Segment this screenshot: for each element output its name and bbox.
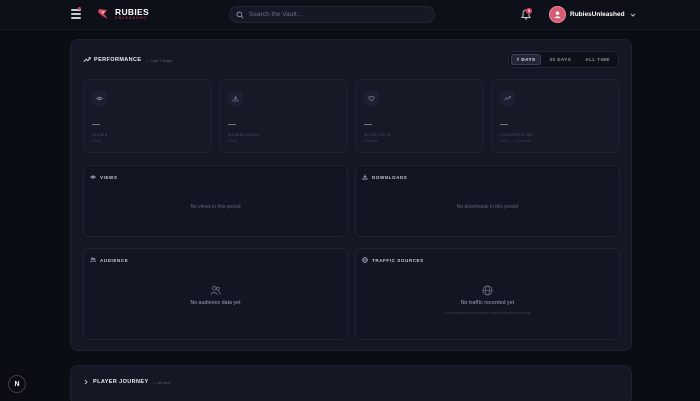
- player-journey-subtitle: — all time: [152, 379, 171, 385]
- download-icon: [362, 174, 368, 180]
- traffic-empty-hint: Sources appear once players start visiti…: [444, 311, 531, 315]
- traffic-sources-title: TRAFFIC SOURCES: [372, 257, 424, 263]
- search-input[interactable]: [249, 11, 419, 18]
- globe-icon: [362, 257, 368, 263]
- stat-card-views: — VIEWS 0 total: [83, 79, 212, 153]
- brand-name: RUBIES: [115, 6, 149, 17]
- globe-icon: [482, 285, 493, 296]
- eye-icon: [90, 175, 96, 179]
- stat-label: DOWNLOADS: [228, 132, 260, 137]
- stat-card-downloads: — DOWNLOADS 0 total: [219, 79, 348, 153]
- traffic-sources-card: TRAFFIC SOURCES No traffic recorded yet …: [355, 248, 620, 340]
- views-empty-message: No views in this period: [190, 204, 241, 210]
- player-journey-header[interactable]: PLAYER JOURNEY — all time: [83, 379, 170, 385]
- traffic-empty-message: No traffic recorded yet: [460, 300, 515, 306]
- views-chart-title: VIEWS: [100, 174, 118, 180]
- download-icon: [232, 95, 239, 102]
- range-all-time-button[interactable]: ALL TIME: [579, 54, 616, 65]
- stat-value: —: [92, 120, 100, 129]
- audience-empty-message: No audience data yet: [190, 300, 241, 306]
- stat-card-conversion: — CONVERSION views → downloads: [491, 79, 620, 153]
- performance-header: PERFORMANCE — Last 7 Days: [83, 56, 172, 64]
- corner-badge-label: N: [14, 380, 20, 388]
- notification-badge: 8: [526, 8, 532, 14]
- search-icon: [236, 10, 244, 19]
- trend-icon: [504, 96, 511, 101]
- stat-subtext: 0 all-time: [364, 139, 379, 143]
- top-bar: RUBIES UNLEASHED 8 RubiesUnleashed: [0, 0, 700, 30]
- chevron-right-icon: [84, 379, 88, 385]
- views-chart-card: VIEWS No views in this period: [83, 165, 348, 237]
- heart-icon: [368, 95, 375, 102]
- downloads-chart-title: DOWNLOADS: [372, 174, 408, 180]
- stat-subtext: views → downloads: [500, 139, 531, 143]
- eye-icon: [96, 96, 103, 101]
- users-icon: [90, 257, 96, 263]
- range-30-days-button[interactable]: 30 DAYS: [543, 54, 577, 65]
- performance-subtitle: — Last 7 Days: [145, 57, 172, 63]
- menu-icon[interactable]: [71, 7, 81, 19]
- menu-indicator-dot: [78, 7, 81, 10]
- users-icon: [210, 285, 221, 295]
- player-journey-panel: PLAYER JOURNEY — all time: [70, 365, 632, 401]
- brand-logo[interactable]: RUBIES UNLEASHED: [97, 7, 149, 21]
- range-7-days-button[interactable]: 7 DAYS: [510, 54, 542, 65]
- audience-card: AUDIENCE No audience data yet: [83, 248, 348, 340]
- performance-title: PERFORMANCE: [94, 57, 142, 63]
- stat-label: VIEWS: [92, 132, 108, 137]
- stat-card-wishlists: — WISHLISTS 0 all-time: [355, 79, 484, 153]
- downloads-chart-card: DOWNLOADS No downloads in this period: [355, 165, 620, 237]
- stat-subtext: 0 total: [92, 139, 102, 143]
- stat-label: WISHLISTS: [364, 132, 391, 137]
- ruby-gem-icon: [98, 9, 108, 19]
- user-menu[interactable]: RubiesUnleashed: [549, 6, 636, 23]
- user-icon: [554, 11, 561, 19]
- search-bar[interactable]: [229, 6, 435, 23]
- performance-panel: PERFORMANCE — Last 7 Days 7 DAYS 30 DAYS…: [70, 39, 632, 351]
- stat-label: CONVERSION: [500, 132, 533, 137]
- stat-value: —: [500, 120, 508, 129]
- stat-value: —: [364, 120, 372, 129]
- trending-up-icon: [83, 57, 91, 62]
- player-journey-title: PLAYER JOURNEY: [93, 379, 149, 385]
- downloads-empty-message: No downloads in this period: [456, 204, 519, 210]
- audience-title: AUDIENCE: [100, 257, 129, 263]
- avatar: [549, 6, 566, 23]
- corner-badge-button[interactable]: N: [8, 375, 26, 393]
- stat-subtext: 0 total: [228, 139, 238, 143]
- chevron-down-icon: [630, 13, 635, 17]
- username: RubiesUnleashed: [570, 11, 625, 18]
- stat-value: —: [228, 120, 236, 129]
- brand-subtitle: UNLEASHED: [115, 16, 148, 20]
- time-range-toggle: 7 DAYS 30 DAYS ALL TIME: [507, 51, 619, 68]
